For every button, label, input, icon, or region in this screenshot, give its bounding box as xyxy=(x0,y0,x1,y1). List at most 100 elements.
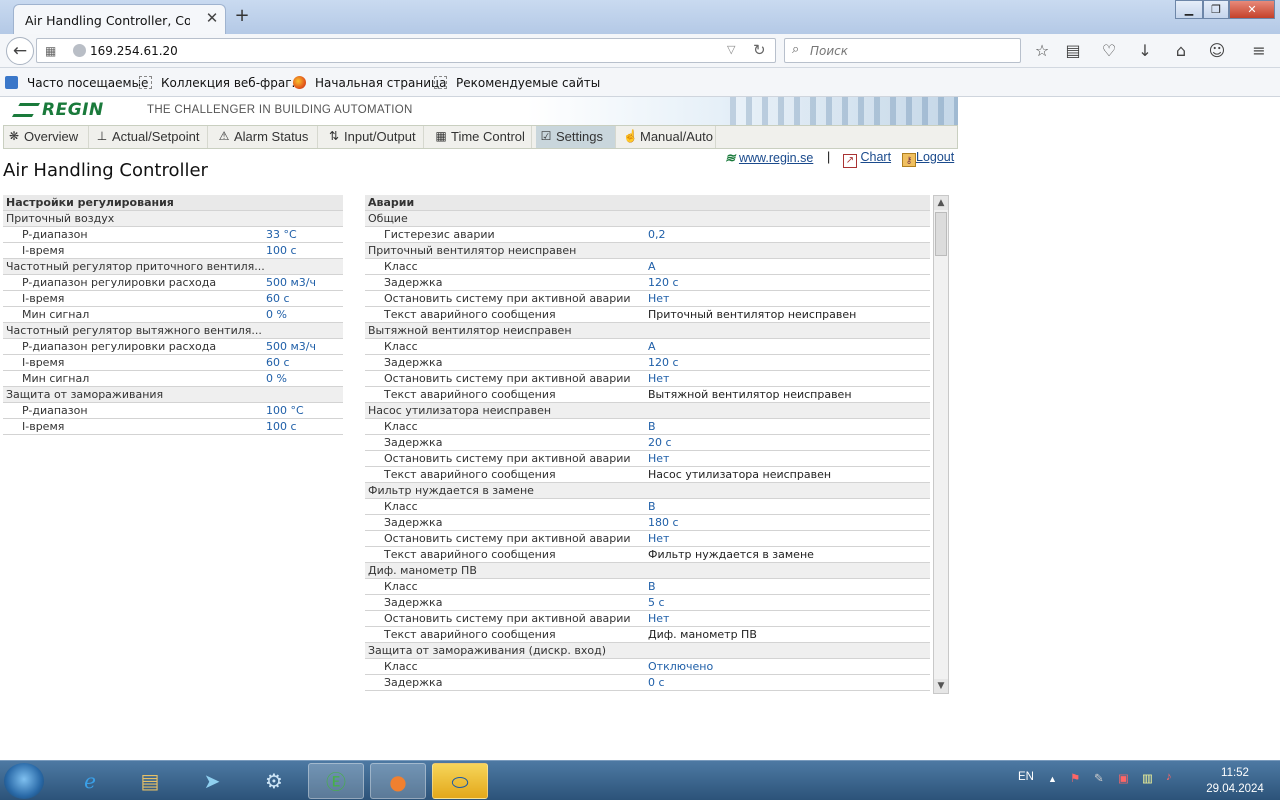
param-value[interactable]: 120 с xyxy=(648,275,679,291)
home-icon[interactable]: ⌂ xyxy=(1170,41,1192,61)
menu-manual-auto[interactable]: ☝ Manual/Auto xyxy=(620,126,716,148)
param-value[interactable]: 60 с xyxy=(266,291,290,307)
param-value[interactable]: 5 с xyxy=(648,595,665,611)
param-value[interactable]: 60 с xyxy=(266,355,290,371)
paper-plane-icon[interactable]: ➤ xyxy=(184,763,240,799)
browser-tab[interactable]: Air Handling Controller, Corrig... ✕ xyxy=(13,4,226,34)
menu-settings[interactable]: ☑ Settings xyxy=(536,126,616,148)
maximize-icon[interactable]: ❐ xyxy=(1203,0,1229,19)
address-bar[interactable]: ▦ 169.254.61.20 ▽ ↻ xyxy=(36,38,776,63)
param-value[interactable]: B xyxy=(648,419,656,435)
new-tab-button[interactable]: + xyxy=(232,6,252,26)
param-value[interactable]: Нет xyxy=(648,371,669,387)
param-value[interactable]: Отключено xyxy=(648,659,713,675)
scroll-down-icon[interactable]: ▼ xyxy=(934,679,948,693)
tray-update-icon[interactable]: ▥ xyxy=(1142,771,1153,785)
param-value[interactable]: B xyxy=(648,579,656,595)
param-value[interactable]: 500 м3/ч xyxy=(266,339,316,355)
table-row: Задержка 20 с xyxy=(365,435,930,451)
section-label: Приточный воздух xyxy=(6,212,115,225)
param-value[interactable]: B xyxy=(648,499,656,515)
param-value[interactable]: 100 °C xyxy=(266,403,304,419)
menu-hamburger-icon[interactable]: ≡ xyxy=(1248,41,1270,61)
param-value[interactable]: Нет xyxy=(648,531,669,547)
windows-taskbar: ℯ ▤ ➤ ⚙ Ⓔ ● ⬭ EN ▲ ⚑ ✎ ▣ ▥ ♪ 11:52 29.04… xyxy=(0,760,1280,800)
param-label: Остановить систему при активной аварии xyxy=(384,292,631,305)
search-input[interactable]: ⌕ Поиск xyxy=(784,38,1021,63)
param-value[interactable]: A xyxy=(648,339,656,355)
alarm-text-value[interactable]: Приточный вентилятор неисправен xyxy=(648,307,856,323)
ec-tool-icon[interactable]: Ⓔ xyxy=(308,763,364,799)
param-value[interactable]: Нет xyxy=(648,291,669,307)
regin-tool-icon[interactable]: ⬭ xyxy=(432,763,488,799)
param-value[interactable]: 0 с xyxy=(648,675,665,691)
download-icon[interactable]: ↓ xyxy=(1134,41,1156,61)
internet-explorer-icon[interactable]: ℯ xyxy=(62,763,118,799)
back-arrow-icon[interactable]: ← xyxy=(6,37,34,65)
param-value[interactable]: 0,2 xyxy=(648,227,666,243)
alarm-text-value[interactable]: Вытяжной вентилятор неисправен xyxy=(648,387,852,403)
alarm-text-value[interactable]: Фильтр нуждается в замене xyxy=(648,547,814,563)
reload-icon[interactable]: ↻ xyxy=(753,41,766,59)
window-close-icon[interactable]: ✕ xyxy=(1229,0,1275,19)
menu-input-output[interactable]: ⇅ Input/Output xyxy=(324,126,424,148)
param-value[interactable]: A xyxy=(648,259,656,275)
param-value[interactable]: 500 м3/ч xyxy=(266,275,316,291)
chart-link[interactable]: ↗ Chart xyxy=(843,150,891,168)
firefox-taskbar-icon[interactable]: ● xyxy=(370,763,426,799)
param-value[interactable]: Нет xyxy=(648,611,669,627)
smiley-icon[interactable]: ☺ xyxy=(1206,41,1228,61)
table-row: P-диапазон регулировки расхода 500 м3/ч xyxy=(3,275,343,291)
bookmark-web-slices[interactable]: Коллекция веб-фраг... xyxy=(139,76,303,90)
minimize-icon[interactable]: ▁ xyxy=(1175,0,1203,19)
param-value[interactable]: 100 с xyxy=(266,243,297,259)
param-value[interactable]: 180 с xyxy=(648,515,679,531)
regin-logo-mark xyxy=(11,103,41,117)
table-row: Задержка 120 с xyxy=(365,275,930,291)
tray-expand-icon[interactable]: ▲ xyxy=(1048,774,1057,784)
tab-groups-icon[interactable]: ▦ xyxy=(45,44,56,58)
alarms-scrollbar[interactable]: ▲ ▼ xyxy=(933,195,949,694)
param-value[interactable]: 120 с xyxy=(648,355,679,371)
param-value[interactable]: Нет xyxy=(648,451,669,467)
logout-icon: ⚷ xyxy=(902,153,916,167)
tray-network-icon[interactable]: ▣ xyxy=(1118,771,1129,785)
scroll-up-icon[interactable]: ▲ xyxy=(934,196,948,210)
bookmark-most-visited[interactable]: Часто посещаемые xyxy=(5,76,148,90)
tray-flag-icon[interactable]: ⚑ xyxy=(1070,771,1080,785)
bookmark-recommended[interactable]: Рекомендуемые сайты xyxy=(434,76,600,90)
alarm-text-value[interactable]: Насос утилизатора неисправен xyxy=(648,467,831,483)
logout-link[interactable]: ⚷ Logout xyxy=(902,150,954,167)
tab-close-icon[interactable]: ✕ xyxy=(204,10,220,26)
reading-list-icon[interactable]: ▤ xyxy=(1062,41,1084,61)
table-row: Мин сигнал 0 % xyxy=(3,371,343,387)
menu-overview[interactable]: ❋ Overview xyxy=(4,126,89,148)
clock[interactable]: 11:52 29.04.2024 xyxy=(1200,765,1270,797)
bookmark-start-page[interactable]: Начальная страница xyxy=(293,76,447,90)
regin-site-link[interactable]: ≋ www.regin.se xyxy=(725,150,813,165)
url-text[interactable]: 169.254.61.20 xyxy=(90,44,178,58)
param-value[interactable]: 100 с xyxy=(266,419,297,435)
table-row: I-время 100 с xyxy=(3,419,343,435)
menu-actual-setpoint[interactable]: ⊥ Actual/Setpoint xyxy=(92,126,208,148)
bookmarks-bar: Часто посещаемые Коллекция веб-фраг... Н… xyxy=(0,68,1280,97)
section-row: Приточный воздух xyxy=(3,211,343,227)
alarm-text-value[interactable]: Диф. манометр ПВ xyxy=(648,627,757,643)
tray-volume-icon[interactable]: ♪ xyxy=(1166,771,1172,783)
start-button[interactable] xyxy=(4,763,44,799)
param-value[interactable]: 20 с xyxy=(648,435,672,451)
language-indicator[interactable]: EN xyxy=(1018,771,1034,783)
table-row: Текст аварийного сообщения Диф. манометр … xyxy=(365,627,930,643)
menu-time-control[interactable]: ▦ Time Control xyxy=(431,126,532,148)
menu-alarm-status[interactable]: ⚠ Alarm Status xyxy=(214,126,318,148)
param-value[interactable]: 0 % xyxy=(266,371,287,387)
param-value[interactable]: 33 °C xyxy=(266,227,297,243)
tray-pen-icon[interactable]: ✎ xyxy=(1094,771,1104,785)
scroll-thumb[interactable] xyxy=(935,212,947,256)
url-dropdown-icon[interactable]: ▽ xyxy=(727,43,735,56)
network-tool-icon[interactable]: ⚙ xyxy=(246,763,302,799)
param-value[interactable]: 0 % xyxy=(266,307,287,323)
explorer-folder-icon[interactable]: ▤ xyxy=(122,763,178,799)
pocket-icon[interactable]: ♡ xyxy=(1098,41,1120,61)
bookmark-star-icon[interactable]: ☆ xyxy=(1031,41,1053,61)
